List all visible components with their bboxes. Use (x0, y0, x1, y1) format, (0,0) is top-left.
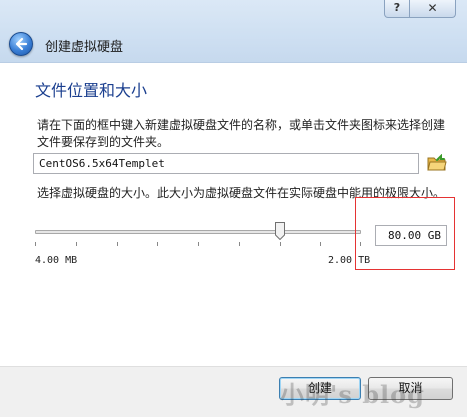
slider-tick (76, 242, 77, 246)
slider-tick (360, 242, 361, 246)
close-button[interactable]: ✕ (410, 0, 456, 18)
folder-icon (427, 153, 447, 171)
slider-min-label: 4.00 MB (35, 255, 78, 266)
create-button[interactable]: 创建 (279, 377, 361, 400)
size-slider-thumb[interactable] (275, 222, 285, 241)
size-slider-track[interactable] (35, 230, 361, 234)
window-title: 创建虚拟硬盘 (45, 40, 124, 55)
size-input[interactable]: 80.00 GB (375, 225, 447, 246)
choose-folder-button[interactable] (427, 153, 447, 172)
slider-tick (280, 242, 281, 246)
help-button[interactable]: ? (384, 0, 410, 18)
slider-tick (320, 242, 321, 246)
back-button[interactable] (9, 32, 33, 56)
back-arrow-icon (15, 37, 28, 51)
slider-tick (239, 242, 240, 246)
page-heading: 文件位置和大小 (35, 81, 148, 100)
slider-tick (117, 242, 118, 246)
size-label: 选择虚拟硬盘的大小。此大小为虚拟硬盘文件在实际硬盘中能用的极限大小。 (37, 186, 446, 200)
description-text: 请在下面的框中键入新建虚拟硬盘文件的名称，或单击文件夹图标来选择创建文件要保存到… (37, 118, 446, 149)
slider-tick (157, 242, 158, 246)
slider-max-label: 2.00 TB (328, 255, 371, 266)
slider-tick (35, 242, 36, 246)
filename-input[interactable]: CentOS6.5x64Templet (33, 153, 419, 174)
content-pane (0, 63, 467, 366)
cancel-button[interactable]: 取消 (368, 377, 453, 400)
slider-tick (198, 242, 199, 246)
